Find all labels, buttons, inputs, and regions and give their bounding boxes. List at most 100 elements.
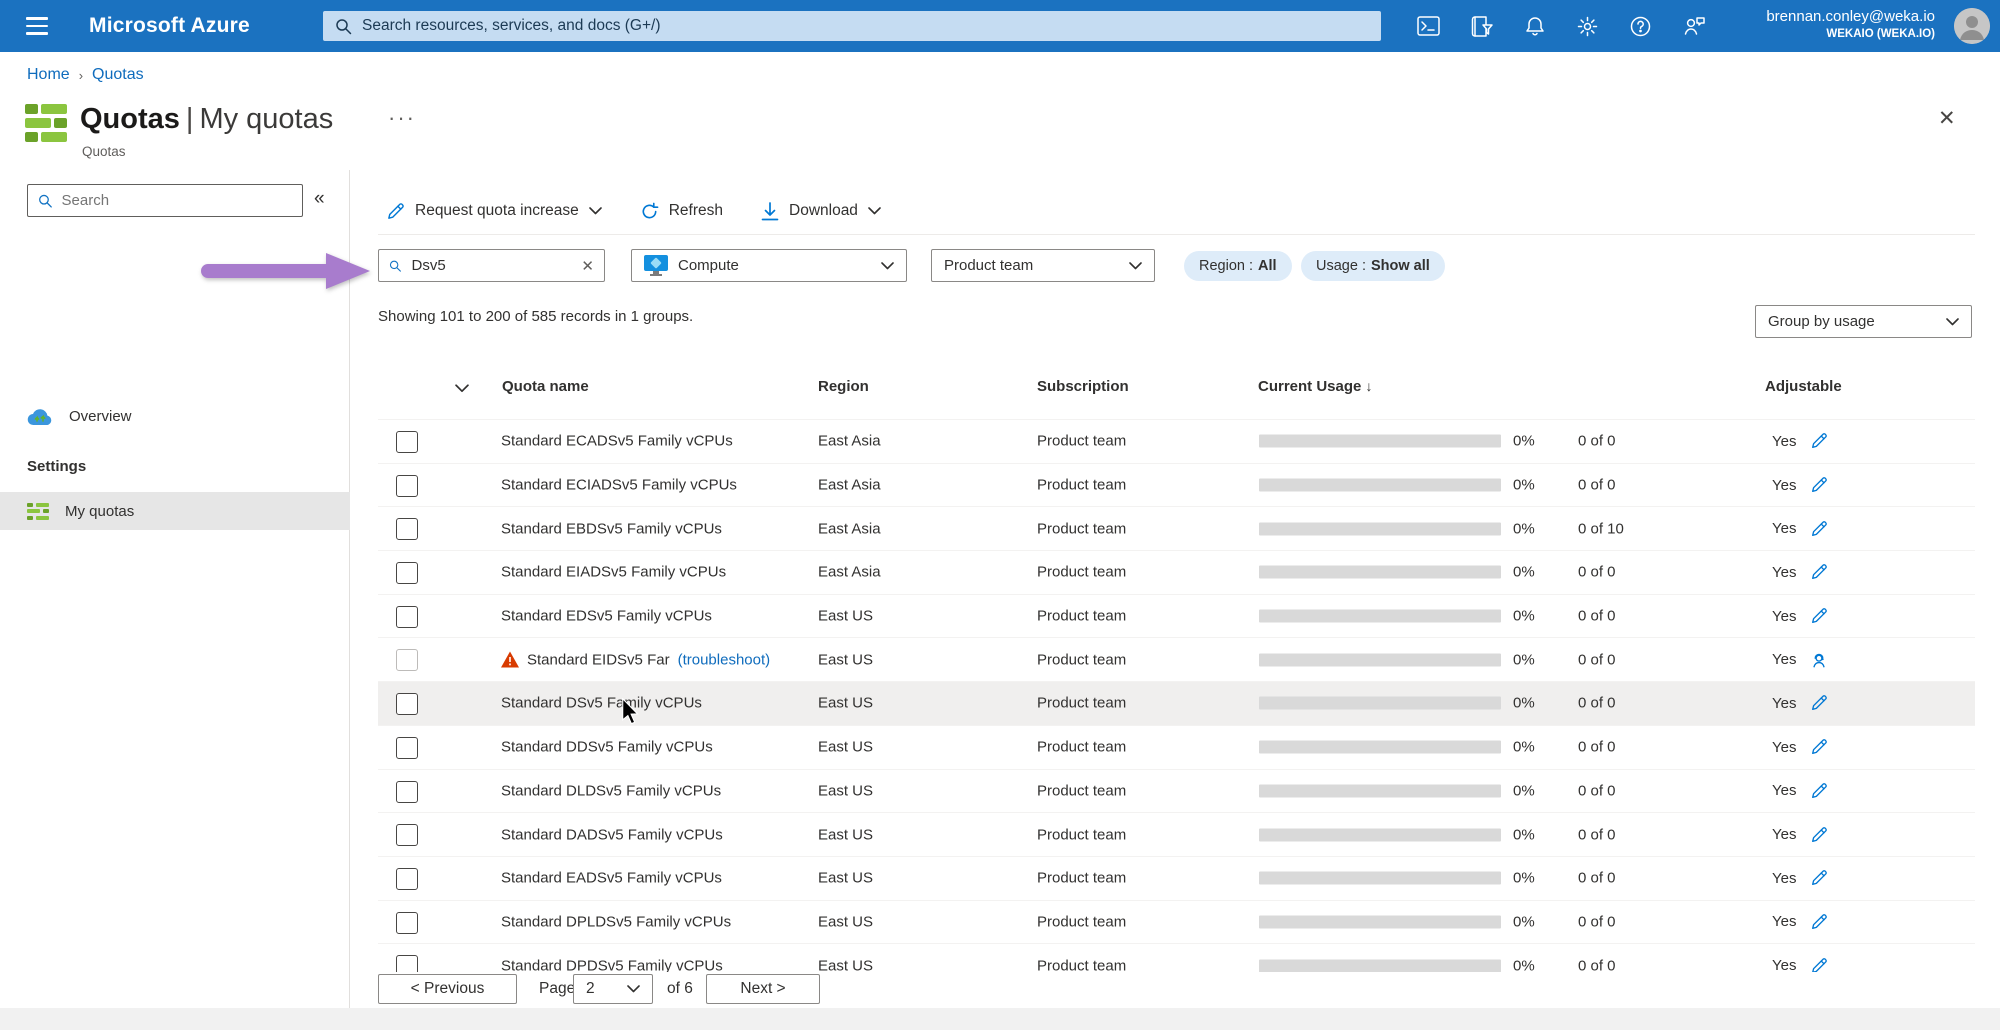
quota-region: East Asia	[818, 476, 881, 494]
table-row[interactable]: Standard EBDSv5 Family vCPUs East Asia P…	[378, 506, 1975, 550]
quota-name: Standard EADSv5 Family vCPUs	[501, 869, 722, 887]
account-info[interactable]: brennan.conley@weka.io WEKAIO (WEKA.IO)	[1766, 7, 1935, 42]
row-checkbox[interactable]	[396, 605, 418, 628]
table-row[interactable]: Standard DPLDSv5 Family vCPUs East US Pr…	[378, 899, 1975, 944]
row-checkbox[interactable]	[396, 649, 418, 672]
table-row[interactable]: Standard EIADSv5 Family vCPUs East Asia …	[378, 550, 1975, 594]
table-row[interactable]: Standard EDSv5 Family vCPUs East US Prod…	[378, 593, 1975, 638]
region-filter-pill[interactable]: Region : All	[1184, 251, 1292, 281]
brand-title[interactable]: Microsoft Azure	[89, 0, 250, 52]
search-icon	[389, 260, 401, 272]
quota-subscription: Product team	[1037, 826, 1127, 844]
page-select[interactable]: 2	[573, 974, 653, 1004]
chevron-down-icon	[588, 207, 602, 215]
user-org: WEKAIO (WEKA.IO)	[1826, 28, 1935, 40]
previous-page-button[interactable]: < Previous	[378, 974, 517, 1004]
column-quota-name[interactable]: Quota name	[502, 378, 589, 395]
breadcrumb-home[interactable]: Home	[27, 66, 70, 84]
table-row[interactable]: Standard ECIADSv5 Family vCPUs East Asia…	[378, 462, 1975, 507]
sidebar: « Overview Settings My quotas	[0, 170, 350, 1008]
global-search-input[interactable]	[362, 17, 1369, 35]
quota-filter-search[interactable]: ✕	[378, 249, 605, 282]
breadcrumb-quotas[interactable]: Quotas	[92, 66, 144, 84]
edit-pencil-icon[interactable]	[1810, 476, 1828, 494]
cloud-shell-icon[interactable]	[1402, 0, 1455, 52]
row-checkbox[interactable]	[396, 518, 418, 541]
sidebar-search-input[interactable]	[61, 192, 292, 209]
sidebar-item-overview[interactable]: Overview	[0, 397, 350, 435]
edit-pencil-icon[interactable]	[1810, 694, 1828, 712]
usage-bar	[1259, 871, 1501, 885]
column-subscription[interactable]: Subscription	[1037, 378, 1129, 395]
title-more-button[interactable]: ···	[388, 105, 416, 131]
quota-subscription: Product team	[1037, 432, 1127, 450]
page-title-secondary: My quotas	[199, 103, 334, 135]
command-bar: Request quota increase Refresh Download	[386, 193, 881, 229]
table-row[interactable]: Standard ECADSv5 Family vCPUs East Asia …	[378, 419, 1975, 463]
table-row[interactable]: Standard DDSv5 Family vCPUs East US Prod…	[378, 724, 1975, 769]
edit-pencil-icon[interactable]	[1810, 826, 1828, 844]
quota-region: East Asia	[818, 432, 881, 450]
usage-filter-pill[interactable]: Usage : Show all	[1301, 251, 1445, 281]
global-search[interactable]	[323, 11, 1381, 41]
column-current-usage[interactable]: Current Usage ↓	[1258, 378, 1373, 395]
quota-region: East Asia	[818, 563, 881, 581]
feedback-icon[interactable]	[1667, 0, 1720, 52]
troubleshoot-link[interactable]: (troubleshoot)	[678, 651, 771, 668]
table-row[interactable]: Standard DSv5 Family vCPUs East US Produ…	[378, 681, 1975, 725]
top-bar: Microsoft Azure b	[0, 0, 2000, 52]
group-collapse-icon[interactable]	[455, 384, 469, 393]
row-checkbox[interactable]	[396, 562, 418, 585]
column-adjustable[interactable]: Adjustable	[1765, 378, 1842, 395]
clear-filter-icon[interactable]: ✕	[581, 257, 594, 275]
row-checkbox[interactable]	[396, 780, 418, 803]
settings-gear-icon[interactable]	[1561, 0, 1614, 52]
support-request-icon[interactable]	[1810, 651, 1828, 669]
table-row[interactable]: Standard DPDSv5 Family vCPUs East US Pro…	[378, 943, 1975, 974]
download-button[interactable]: Download	[761, 201, 881, 221]
edit-pencil-icon[interactable]	[1810, 913, 1828, 931]
avatar[interactable]	[1954, 8, 1990, 44]
row-checkbox[interactable]	[396, 911, 418, 934]
refresh-icon	[642, 202, 659, 218]
provider-dropdown[interactable]: Compute	[631, 249, 907, 282]
row-checkbox[interactable]	[396, 736, 418, 759]
row-checkbox[interactable]	[396, 474, 418, 497]
notifications-icon[interactable]	[1508, 0, 1561, 52]
row-checkbox[interactable]	[396, 867, 418, 890]
row-checkbox[interactable]	[396, 824, 418, 847]
edit-pencil-icon[interactable]	[1810, 432, 1828, 450]
edit-pencil-icon[interactable]	[1810, 738, 1828, 756]
sidebar-search[interactable]	[27, 184, 303, 217]
row-checkbox[interactable]	[396, 693, 418, 716]
usage-bar	[1259, 959, 1501, 973]
refresh-button[interactable]: Refresh	[640, 202, 723, 221]
edit-pencil-icon[interactable]	[1810, 563, 1828, 581]
table-row[interactable]: Standard DADSv5 Family vCPUs East US Pro…	[378, 812, 1975, 856]
quota-name: Standard EBDSv5 Family vCPUs	[501, 520, 722, 538]
table-row[interactable]: Standard EADSv5 Family vCPUs East US Pro…	[378, 855, 1975, 900]
column-region[interactable]: Region	[818, 378, 869, 395]
edit-pencil-icon[interactable]	[1810, 520, 1828, 538]
edit-pencil-icon[interactable]	[1810, 869, 1828, 887]
subscription-dropdown[interactable]: Product team	[931, 249, 1155, 282]
row-checkbox[interactable]	[396, 431, 418, 453]
edit-pencil-icon[interactable]	[1810, 782, 1828, 800]
adjustable-value: Yes	[1772, 432, 1797, 450]
compute-icon	[644, 255, 668, 276]
group-by-dropdown[interactable]: Group by usage	[1755, 305, 1972, 338]
sidebar-item-my-quotas[interactable]: My quotas	[0, 492, 350, 530]
chevron-down-icon	[868, 207, 881, 215]
table-row[interactable]: Standard EIDSv5 Far (troubleshoot) East …	[378, 637, 1975, 681]
sidebar-collapse-button[interactable]: «	[314, 188, 325, 210]
usage-bar	[1259, 609, 1501, 623]
help-icon[interactable]	[1614, 0, 1667, 52]
request-quota-increase-button[interactable]: Request quota increase	[386, 202, 602, 221]
next-page-button[interactable]: Next >	[706, 974, 820, 1004]
hamburger-menu-icon[interactable]	[14, 0, 60, 52]
table-row[interactable]: Standard DLDSv5 Family vCPUs East US Pro…	[378, 768, 1975, 813]
quota-filter-input[interactable]	[411, 257, 572, 274]
edit-pencil-icon[interactable]	[1810, 607, 1828, 625]
close-blade-icon[interactable]: ✕	[1938, 106, 1956, 131]
directory-filter-icon[interactable]	[1455, 0, 1508, 52]
